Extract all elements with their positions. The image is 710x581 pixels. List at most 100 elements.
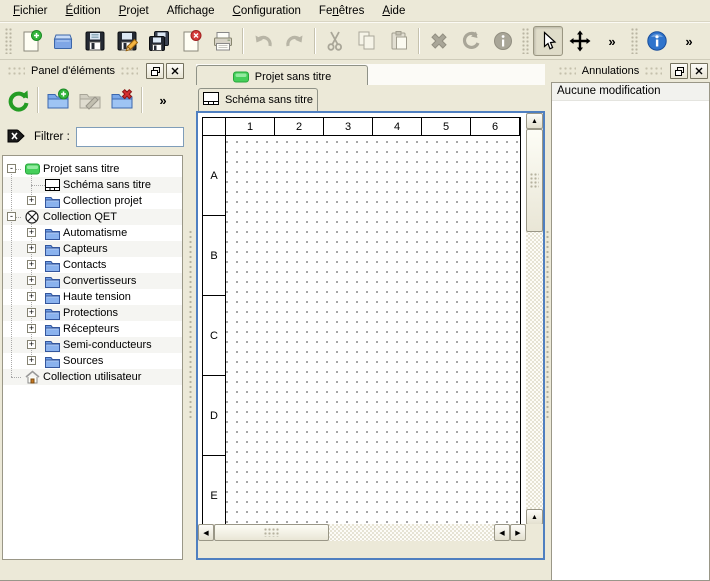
menu-projet[interactable]: Projet [110,2,158,20]
tree-item-collection-projet[interactable]: +Collection projet [3,193,182,209]
pan-mode-button[interactable] [565,26,595,56]
elements-panel-titlebar[interactable]: Panel d'éléments [0,62,186,80]
modes-overflow-button[interactable]: » [597,26,627,56]
menu-affichage[interactable]: Affichage [158,2,224,20]
expand-toggle[interactable]: + [27,196,36,205]
expand-toggle[interactable]: + [27,308,36,317]
close-panel-button[interactable] [166,63,184,79]
undo-panel-titlebar[interactable]: Annulations [551,62,710,80]
tree-item-schema-sans-titre[interactable]: Schéma sans titre [3,177,182,193]
tree-item-convertisseurs[interactable]: +Convertisseurs [3,273,182,289]
menu-configuration[interactable]: Configuration [224,2,310,20]
menu-aide[interactable]: Aide [373,2,414,20]
expand-toggle[interactable]: + [27,356,36,365]
help-overflow-button[interactable]: » [674,26,704,56]
tree-item-automatisme[interactable]: + Automatisme [3,225,182,241]
cut-icon [324,30,346,52]
save-all-button[interactable] [144,26,174,56]
close-panel-button[interactable] [690,63,708,79]
cut-button [320,26,350,56]
collapse-toggle[interactable]: - [7,212,16,221]
tab-project[interactable]: Projet sans titre [196,65,368,87]
expand-toggle[interactable]: + [27,260,36,269]
folder-new-icon [46,88,70,112]
redo-icon [284,30,306,52]
tree-item-sources[interactable]: +Sources [3,353,182,369]
menu-fichier[interactable]: Fichier [4,2,57,20]
toolbar-separator [242,28,244,54]
collapse-toggle[interactable]: - [7,164,16,173]
vertical-scrollbar[interactable]: ▲ ▲ ▼ [526,113,543,541]
close-document-button[interactable] [176,26,206,56]
dock-handle-texture [121,67,138,75]
tree-item-label: Contacts [63,259,106,271]
folder-icon [45,194,60,208]
menu-edition[interactable]: Édition [57,2,110,20]
undo-history-list[interactable]: Aucune modification [551,82,710,581]
expand-toggle[interactable]: + [27,340,36,349]
vertical-scroll-thumb[interactable] [526,129,543,232]
delete-category-button[interactable] [107,85,137,115]
toolbar-grip [631,28,638,54]
elements-panel-toolbar: » [2,83,184,117]
paste-icon [388,30,410,52]
diagram-column-4: 4 [373,118,422,136]
float-panel-button[interactable] [146,63,164,79]
print-icon [212,30,234,52]
new-document-button[interactable] [16,26,46,56]
scroll-up-button-2[interactable]: ▲ [526,509,543,525]
undo-list-item[interactable]: Aucune modification [552,83,709,101]
scroll-right-button[interactable]: ▶ [510,524,526,541]
row-header-column: ABCDE [203,136,226,536]
schema-icon [203,92,219,108]
expand-toggle[interactable]: + [27,228,36,237]
diagram-row-b: B [203,216,226,296]
new-category-button[interactable] [43,85,73,115]
diagram-row-d: D [203,376,226,456]
tree-item-collection-utilisateur[interactable]: Collection utilisateur [3,369,182,385]
tab-schema[interactable]: Schéma sans titre [198,88,318,111]
expand-toggle[interactable]: + [27,244,36,253]
tree-item-projet-sans-titre[interactable]: -Projet sans titre [3,161,182,177]
diagram-canvas[interactable]: 123456 ABCDE [198,113,526,541]
clear-filter-button[interactable] [6,128,26,147]
tree-item-protections[interactable]: +Protections [3,305,182,321]
column-header-row: 123456 [203,118,520,136]
horizontal-scrollbar[interactable]: ◀ ◀ ▶ [198,524,526,541]
print-button[interactable] [208,26,238,56]
about-qet-button[interactable] [642,26,672,56]
tree-item-haute-tension[interactable]: +Haute tension [3,289,182,305]
horizontal-scroll-thumb[interactable] [214,524,329,541]
scroll-left-button-2[interactable]: ◀ [494,524,510,541]
tree-item-capteurs[interactable]: +Capteurs [3,241,182,257]
tree-item-recepteurs[interactable]: +Récepteurs [3,321,182,337]
tree-item-contacts[interactable]: + Contacts [3,257,182,273]
diagram-column-3: 3 [324,118,373,136]
tree-item-label: Automatisme [63,227,127,239]
select-mode-button[interactable] [533,26,563,56]
filter-input[interactable] [76,127,184,147]
left-splitter[interactable] [186,62,196,581]
scroll-up-button[interactable]: ▲ [526,113,543,129]
close-icon [695,67,703,75]
tree-item-label: Schéma sans titre [63,179,151,191]
undo-panel-title: Annulations [582,65,640,77]
scroll-left-button[interactable]: ◀ [198,524,214,541]
tree-item-collection-qet[interactable]: -Collection QET [3,209,182,225]
tree-item-semi-conducteurs[interactable]: + Semi-conducteurs [3,337,182,353]
undo-button [248,26,278,56]
expand-toggle[interactable]: + [27,324,36,333]
tree-item-label: Semi-conducteurs [63,339,152,351]
expand-toggle[interactable]: + [27,276,36,285]
float-panel-button[interactable] [670,63,688,79]
elements-tree[interactable]: -Projet sans titreSchéma sans titre+Coll… [2,155,183,560]
open-document-button[interactable] [48,26,78,56]
reload-collections-button[interactable] [3,85,33,115]
chevron-icon: » [159,93,166,108]
expand-toggle[interactable]: + [27,292,36,301]
menu-fenetres[interactable]: Fenêtres [310,2,373,20]
save-as-button[interactable] [112,26,142,56]
diagram-column-5: 5 [422,118,471,136]
panel-overflow-button[interactable]: » [148,85,178,115]
save-button[interactable] [80,26,110,56]
